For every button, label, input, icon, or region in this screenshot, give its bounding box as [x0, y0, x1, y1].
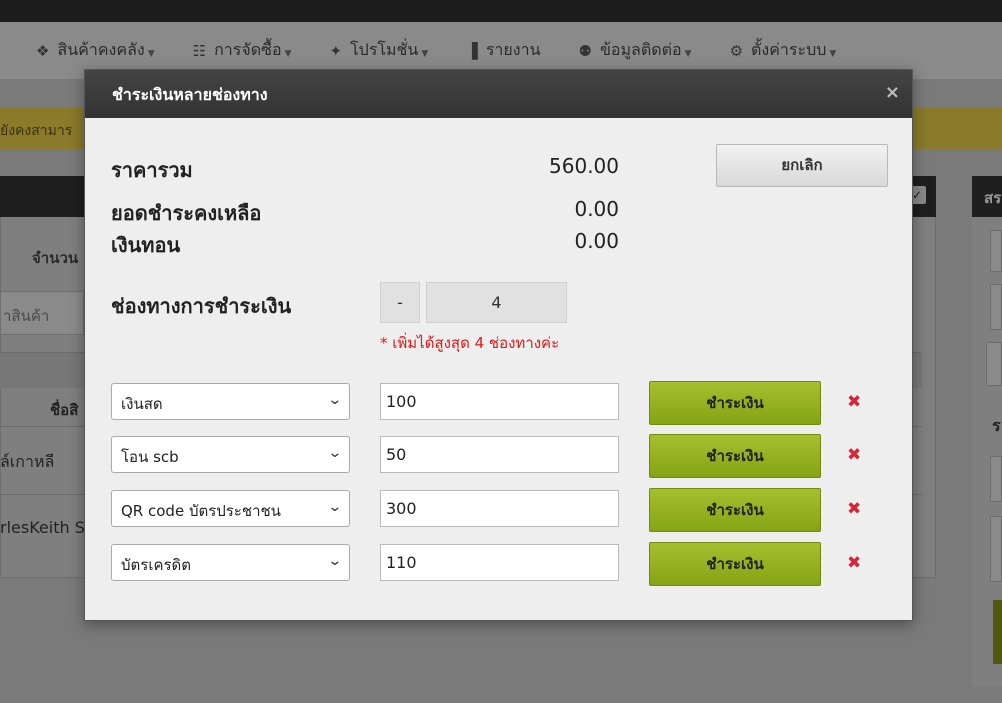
- table-row-product: ล์เกาหลี: [0, 452, 55, 471]
- caret-down-icon: ▼: [421, 48, 429, 59]
- payment-amount-input[interactable]: 50: [380, 436, 619, 473]
- nav-item-label: โปรโมชั่น: [350, 40, 419, 59]
- nav-item-label: รายงาน: [485, 40, 541, 59]
- nav-item-label: ตั้งค่าระบบ: [751, 40, 827, 59]
- decrease-channels-button[interactable]: -: [380, 282, 420, 323]
- remove-payment-icon[interactable]: ✖: [847, 392, 861, 412]
- total-label: ราคารวม: [111, 158, 193, 182]
- summary-panel-header: สร: [972, 176, 1002, 217]
- close-icon[interactable]: ×: [885, 82, 900, 103]
- caret-down-icon: ▼: [684, 48, 692, 59]
- chevron-down-icon: ⌄: [327, 392, 343, 408]
- nav-item-inventory[interactable]: ❖ สินค้าคงคลัง ▼: [36, 38, 155, 63]
- change-value: 0.00: [574, 229, 619, 253]
- payment-method-select[interactable]: โอน scb ⌄: [111, 436, 350, 473]
- payment-row: QR code บัตรประชาชน ⌄ 300 ชำระเงิน ✖: [85, 488, 914, 532]
- caret-down-icon: ▼: [284, 48, 292, 59]
- remove-payment-icon[interactable]: ✖: [847, 445, 861, 465]
- nav-item-label: การจัดซื้อ: [214, 40, 282, 59]
- product-search-input[interactable]: าสินค้า: [0, 291, 84, 335]
- caret-down-icon: ▼: [147, 48, 155, 59]
- pay-button[interactable]: ชำระเงิน: [649, 542, 821, 586]
- change-label: เงินทอน: [111, 233, 181, 257]
- nav-item-contacts[interactable]: ⚉ ข้อมูลติดต่อ ▼: [579, 38, 692, 63]
- payment-amount-input[interactable]: 100: [380, 383, 619, 420]
- summary-field[interactable]: [990, 516, 1002, 582]
- nav-item-label: สินค้าคงคลัง: [57, 40, 145, 59]
- gift-icon: ✦: [329, 41, 343, 60]
- users-icon: ⚉: [578, 41, 592, 60]
- payment-method-value: บัตรเครดิต: [121, 556, 192, 574]
- top-bar: [0, 0, 1002, 22]
- payment-amount-input[interactable]: 300: [380, 490, 619, 527]
- nav-item-label: ข้อมูลติดต่อ: [599, 40, 682, 59]
- document-icon: ☷: [192, 41, 207, 60]
- summary-field[interactable]: [990, 284, 1002, 330]
- total-value: 560.00: [549, 154, 619, 178]
- bar-chart-icon: ▐: [466, 41, 478, 60]
- summary-label: ร: [992, 416, 1001, 435]
- payment-method-select[interactable]: เงินสด ⌄: [111, 383, 350, 420]
- summary-field[interactable]: [990, 456, 1002, 502]
- remaining-label: ยอดชำระคงเหลือ: [111, 201, 262, 225]
- alert-text: ยังคงสามาร: [0, 123, 73, 139]
- pay-button[interactable]: ชำระเงิน: [649, 381, 821, 425]
- chevron-down-icon: ⌄: [327, 445, 343, 461]
- nav-item-report[interactable]: ▐ รายงาน: [466, 38, 540, 63]
- payment-method-select[interactable]: QR code บัตรประชาชน ⌄: [111, 490, 350, 527]
- payment-method-value: เงินสด: [121, 395, 163, 413]
- remaining-value: 0.00: [574, 197, 619, 221]
- cancel-button[interactable]: ยกเลิก: [716, 144, 888, 187]
- quantity-label: จำนวน: [32, 249, 79, 267]
- chevron-down-icon: ⌄: [327, 499, 343, 515]
- payment-method-select[interactable]: บัตรเครดิต ⌄: [111, 544, 350, 581]
- max-channels-note: * เพิ่มได้สูงสุด 4 ช่องทางค่ะ: [380, 334, 560, 352]
- remove-payment-icon[interactable]: ✖: [847, 499, 861, 519]
- multi-payment-dialog: ชำระเงินหลายช่องทาง × ราคารวม 560.00 ยอด…: [84, 69, 913, 621]
- payment-channels-label: ช่องทางการชำระเงิน: [111, 294, 292, 318]
- summary-field[interactable]: [990, 230, 1002, 272]
- payment-method-value: โอน scb: [121, 448, 179, 466]
- pay-button[interactable]: ชำระเงิน: [649, 434, 821, 478]
- payment-row: เงินสด ⌄ 100 ชำระเงิน ✖: [85, 381, 914, 425]
- channel-count-field[interactable]: 4: [426, 282, 567, 323]
- payment-amount-input[interactable]: 110: [380, 544, 619, 581]
- payment-row: บัตรเครดิต ⌄ 110 ชำระเงิน ✖: [85, 542, 914, 586]
- column-header-name: ชื่อสิ: [50, 401, 79, 419]
- cubes-icon: ❖: [36, 41, 50, 60]
- pay-button[interactable]: ชำระเงิน: [649, 488, 821, 532]
- payment-row: โอน scb ⌄ 50 ชำระเงิน ✖: [85, 434, 914, 478]
- gear-icon: ⚙: [729, 41, 744, 60]
- summary-field[interactable]: [986, 342, 1002, 386]
- caret-down-icon: ▼: [829, 48, 837, 59]
- dialog-title: ชำระเงินหลายช่องทาง: [112, 85, 268, 104]
- dialog-header: ชำระเงินหลายช่องทาง ×: [85, 70, 912, 118]
- checkout-button[interactable]: [993, 600, 1002, 664]
- remove-payment-icon[interactable]: ✖: [847, 553, 861, 573]
- nav-item-promotion[interactable]: ✦ โปรโมชั่น ▼: [329, 38, 428, 63]
- nav-item-purchasing[interactable]: ☷ การจัดซื้อ ▼: [193, 38, 292, 63]
- nav-item-settings[interactable]: ⚙ ตั้งค่าระบบ ▼: [730, 38, 837, 63]
- payment-method-value: QR code บัตรประชาชน: [121, 502, 281, 520]
- table-row-product: rlesKeith S: [0, 518, 85, 537]
- chevron-down-icon: ⌄: [327, 553, 343, 569]
